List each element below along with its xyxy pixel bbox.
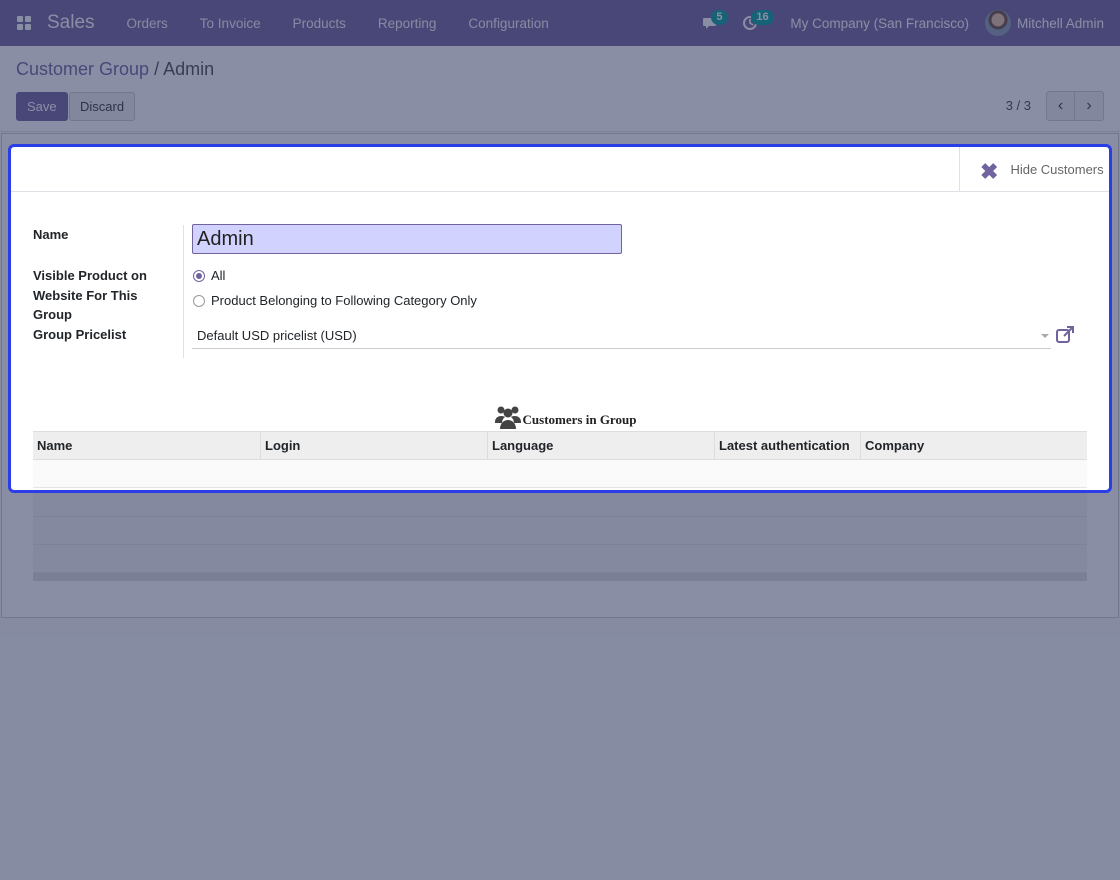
highlighted-form-area: ✖ Hide Customers Name Visible Product on… — [8, 144, 1112, 493]
radio-label: Product Belonging to Following Category … — [211, 293, 477, 308]
pager-next-button[interactable]: › — [1075, 91, 1104, 121]
menu-orders[interactable]: Orders — [111, 16, 184, 31]
column-login[interactable]: Login — [261, 432, 488, 459]
activities-button[interactable]: 16 — [730, 0, 774, 46]
chevron-left-icon: ‹ — [1057, 97, 1064, 114]
pager-buttons: ‹ › — [1046, 91, 1104, 121]
close-icon: ✖ — [980, 158, 999, 184]
save-button[interactable]: Save — [16, 92, 68, 121]
hide-customers-label: Hide Customers — [1010, 162, 1104, 177]
customers-title: Customers in Group — [522, 412, 637, 427]
visibility-label: Visible Product on Website For This Grou… — [33, 268, 147, 322]
column-name[interactable]: Name — [33, 432, 261, 459]
radio-checked-icon — [193, 269, 205, 282]
visibility-radio-all[interactable]: All — [193, 268, 225, 283]
messages-button[interactable]: 5 — [690, 0, 730, 46]
top-navbar: Sales Orders To Invoice Products Reporti… — [0, 0, 1120, 46]
users-icon — [494, 406, 521, 429]
customers-table: Name Login Language Latest authenticatio… — [33, 431, 1087, 488]
apps-menu-icon[interactable] — [0, 0, 48, 46]
breadcrumb-separator: / — [154, 59, 160, 79]
hide-customers-button[interactable]: ✖ Hide Customers — [959, 147, 1109, 192]
table-footer — [33, 573, 1087, 581]
discard-button[interactable]: Discard — [69, 92, 136, 121]
table-row — [33, 545, 1087, 573]
messages-badge: 5 — [711, 10, 728, 25]
user-menu[interactable]: Mitchell Admin — [984, 10, 1120, 36]
menu-to-invoice[interactable]: To Invoice — [184, 16, 277, 31]
caret-down-icon — [1041, 334, 1049, 338]
customers-section-title: Customers in Group — [11, 402, 1109, 430]
visibility-radio-category[interactable]: Product Belonging to Following Category … — [193, 293, 477, 308]
chevron-right-icon: › — [1086, 97, 1092, 114]
column-latest-authentication[interactable]: Latest authentication — [715, 432, 861, 459]
breadcrumb-parent[interactable]: Customer Group — [16, 59, 149, 79]
menu-configuration[interactable]: Configuration — [452, 16, 564, 31]
external-link-icon[interactable] — [1055, 325, 1075, 345]
table-row — [33, 460, 1087, 488]
user-name: Mitchell Admin — [1016, 15, 1104, 31]
name-label: Name — [33, 227, 69, 242]
table-header: Name Login Language Latest authenticatio… — [33, 431, 1087, 460]
control-panel: Customer Group / Admin Save Discard 3 / … — [0, 46, 1120, 132]
table-row — [33, 517, 1087, 545]
avatar — [984, 10, 1011, 36]
menu-products[interactable]: Products — [277, 16, 362, 31]
name-field[interactable]: Admin — [192, 224, 622, 254]
radio-label: All — [211, 268, 226, 283]
pricelist-select[interactable]: Default USD pricelist (USD) — [192, 324, 1051, 349]
customers-table-body-extra — [33, 489, 1087, 581]
button-box: ✖ Hide Customers — [11, 147, 1109, 192]
company-switcher[interactable]: My Company (San Francisco) — [770, 16, 985, 31]
menu-reporting[interactable]: Reporting — [362, 16, 453, 31]
breadcrumb-current: Admin — [163, 59, 215, 79]
label-separator — [183, 225, 184, 358]
pricelist-value: Default USD pricelist (USD) — [197, 328, 357, 343]
table-row — [33, 489, 1087, 517]
column-language[interactable]: Language — [488, 432, 715, 459]
activities-badge: 16 — [751, 10, 774, 25]
app-name[interactable]: Sales — [47, 12, 95, 34]
radio-unchecked-icon — [193, 294, 205, 307]
pager-previous-button[interactable]: ‹ — [1046, 91, 1075, 121]
pricelist-label: Group Pricelist — [33, 327, 127, 342]
column-company[interactable]: Company — [861, 432, 1087, 459]
breadcrumb: Customer Group / Admin — [16, 59, 214, 80]
pager-value[interactable]: 3 / 3 — [1006, 98, 1031, 113]
